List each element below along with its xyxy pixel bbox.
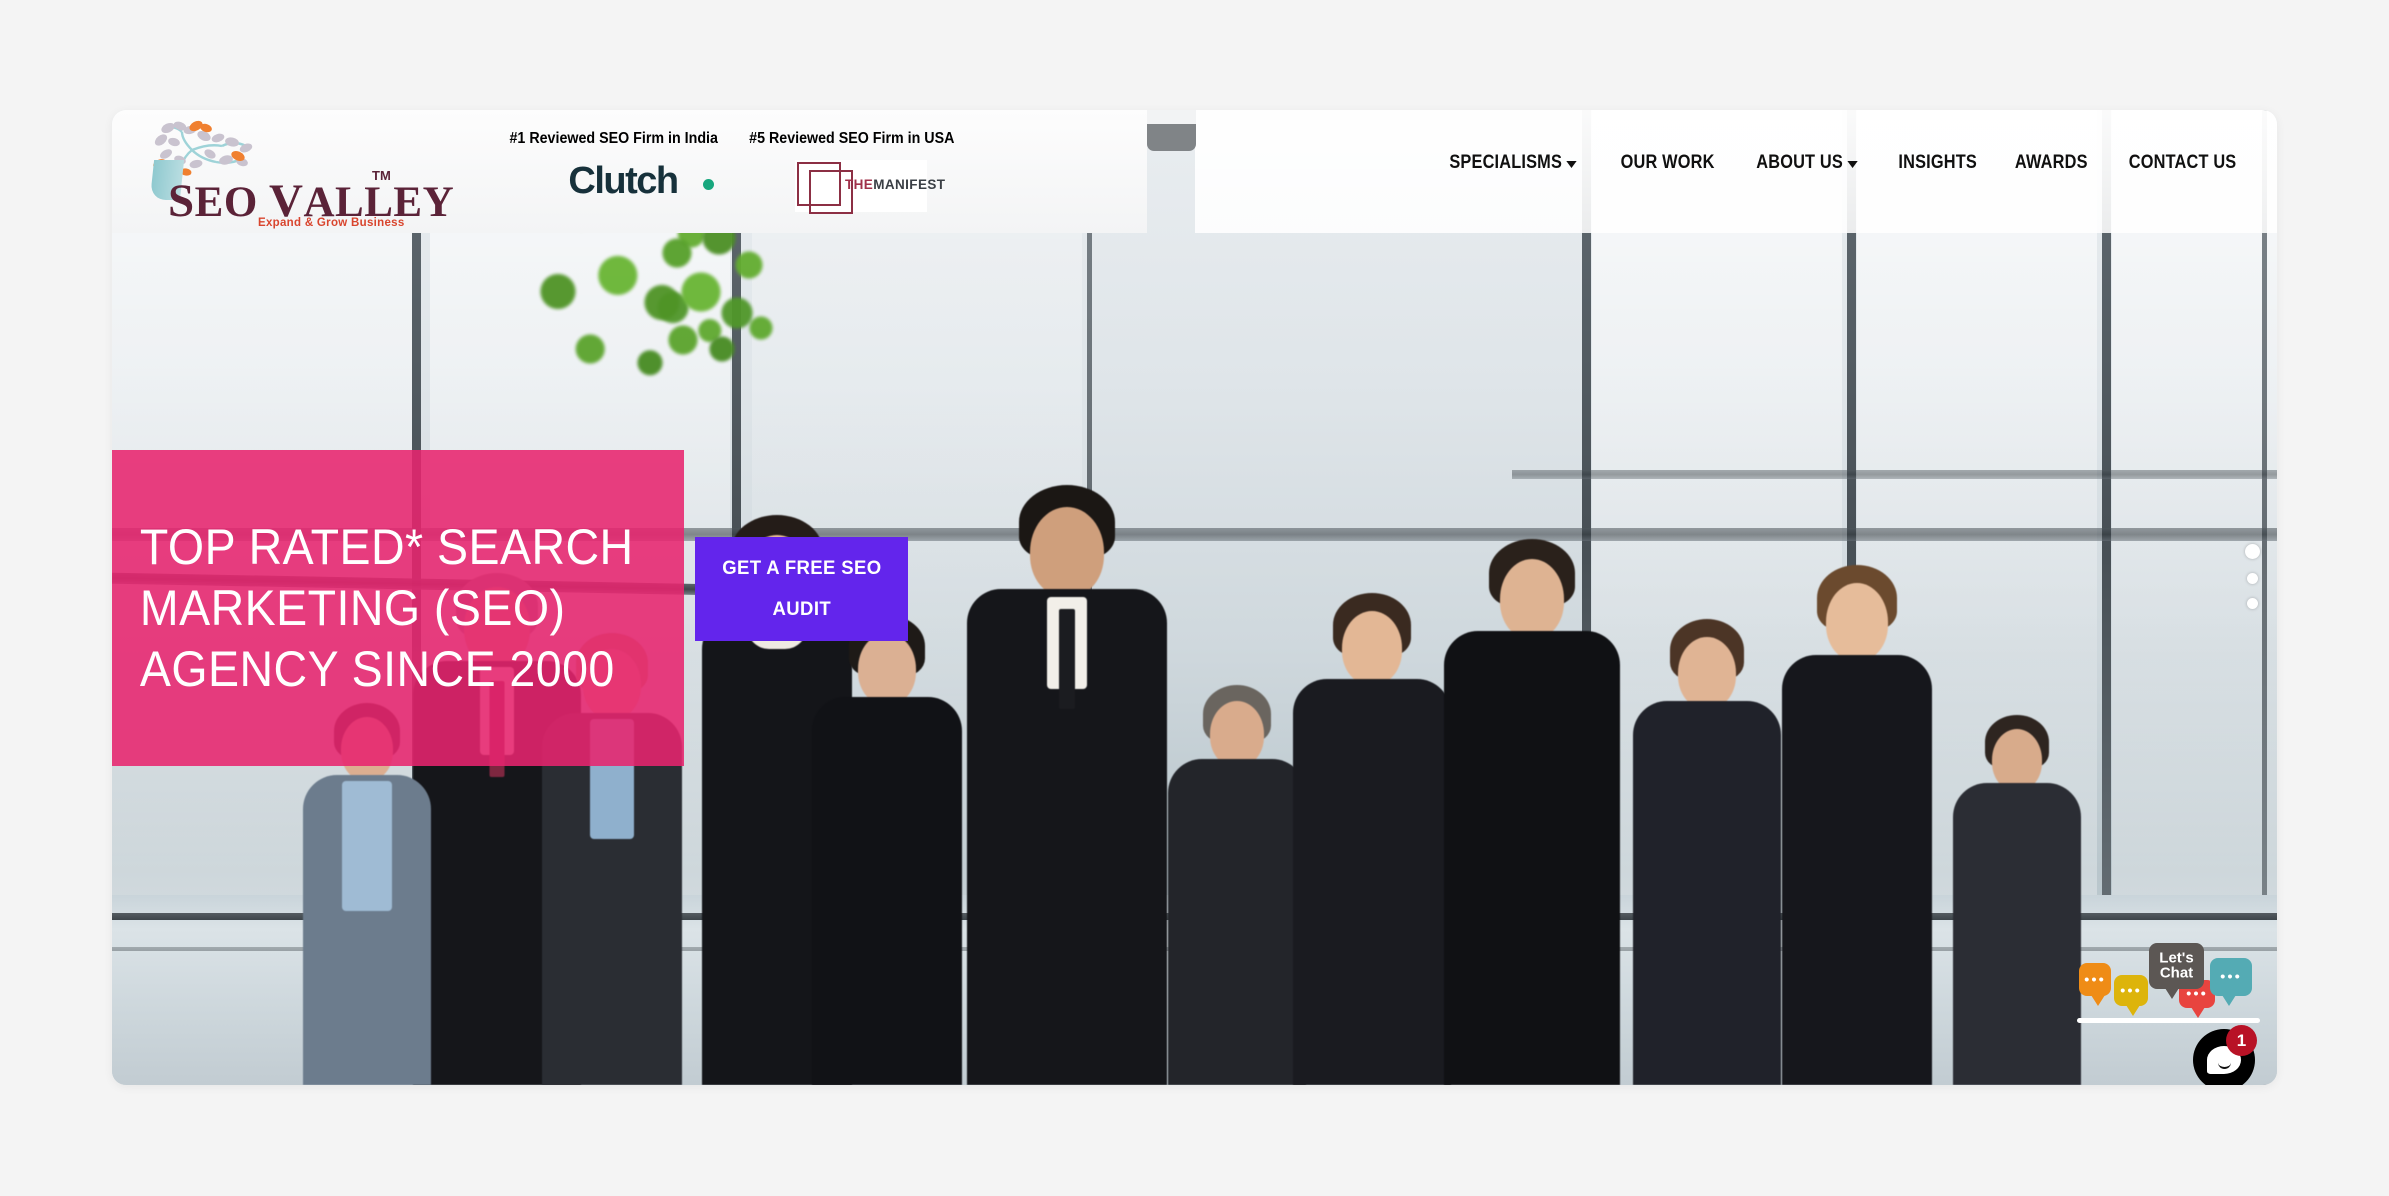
header-notch-strip [1147, 110, 1196, 124]
badge-manifest-text: #5 Reviewed SEO Firm in USA [749, 130, 955, 147]
badge-manifest: #5 Reviewed SEO Firm in USA THEMANIFEST [746, 130, 976, 214]
chat-bubble-teal-icon: ••• [2210, 958, 2252, 1006]
manifest-name-label: MANIFEST [873, 177, 946, 192]
hero-headline: TOP RATED* SEARCH MARKETING (SEO) AGENCY… [139, 518, 634, 697]
trademark-symbol: TM [372, 168, 391, 183]
nav-item-our-work[interactable]: OUR WORK [1620, 152, 1714, 174]
lets-chat-bubble[interactable]: Let's Chat [2149, 943, 2204, 999]
nav-item-specialisms[interactable]: SPECIALISMS [1449, 152, 1577, 174]
clutch-dot-icon [703, 179, 714, 190]
bubble-dots: ••• [2084, 971, 2106, 988]
slider-dot-2[interactable] [2247, 573, 2258, 584]
badge-clutch-text: #1 Reviewed SEO Firm in India [509, 130, 718, 147]
cta-label-line2: AUDIT [772, 598, 831, 620]
get-free-seo-audit-button[interactable]: GET A FREE SEO AUDIT [695, 537, 908, 641]
site-header: SEO VALLEY TM Expand & Grow Business #1 … [112, 110, 2277, 233]
bubble-dots: ••• [2220, 968, 2242, 986]
main-navigation: SPECIALISMS OUR WORK ABOUT US INSIGHTS A… [1439, 152, 2245, 174]
nav-label: CONTACT US [2128, 152, 2237, 173]
the-manifest-logo: THEMANIFEST [746, 160, 976, 214]
nav-item-contact-us[interactable]: CONTACT US [2129, 152, 2237, 174]
award-badges: #1 Reviewed SEO Firm in India Clutch #5 … [507, 130, 987, 222]
slider-dot-3[interactable] [2247, 598, 2258, 609]
clutch-wordmark: Clutch [568, 160, 679, 202]
manifest-the-label: THE [845, 177, 874, 192]
chat-launcher-button[interactable]: 1 [2193, 1025, 2257, 1085]
nav-item-awards[interactable]: AWARDS [2015, 152, 2088, 174]
bubble-dots: ••• [2120, 982, 2142, 999]
clutch-logo: Clutch [507, 160, 739, 210]
cta-label-line1: GET A FREE SEO [721, 557, 882, 579]
header-notch [1147, 124, 1196, 151]
chevron-down-icon [1566, 161, 1577, 168]
chat-bubble-orange-icon: ••• [2079, 963, 2111, 1006]
nav-label: INSIGHTS [1898, 152, 1977, 173]
nav-label: AWARDS [2015, 152, 2088, 173]
nav-item-insights[interactable]: INSIGHTS [1898, 152, 1977, 174]
brand-logo[interactable]: SEO VALLEY TM Expand & Grow Business [140, 120, 454, 229]
chat-bubble-yellow-icon: ••• [2114, 975, 2148, 1016]
chevron-down-icon [1847, 161, 1858, 168]
nav-item-about-us[interactable]: ABOUT US [1756, 152, 1858, 174]
slider-dot-1[interactable] [2245, 544, 2260, 559]
chat-unread-badge: 1 [2226, 1025, 2257, 1056]
nav-label: SPECIALISMS [1449, 152, 1562, 173]
chat-divider [2077, 1018, 2260, 1023]
chat-widget: ••• ••• ••• ••• Let's Chat 1 [2077, 925, 2267, 1085]
nav-label: ABOUT US [1756, 152, 1844, 173]
lets-chat-label: Let's Chat [2159, 949, 2194, 981]
slider-pagination [2245, 544, 2260, 609]
page-card: SEO VALLEY TM Expand & Grow Business #1 … [112, 110, 2277, 1085]
brand-tagline: Expand & Grow Business [258, 217, 405, 229]
badge-clutch: #1 Reviewed SEO Firm in India Clutch [507, 130, 739, 210]
hero-headline-panel: TOP RATED* SEARCH MARKETING (SEO) AGENCY… [112, 450, 684, 766]
nav-label: OUR WORK [1620, 152, 1715, 173]
